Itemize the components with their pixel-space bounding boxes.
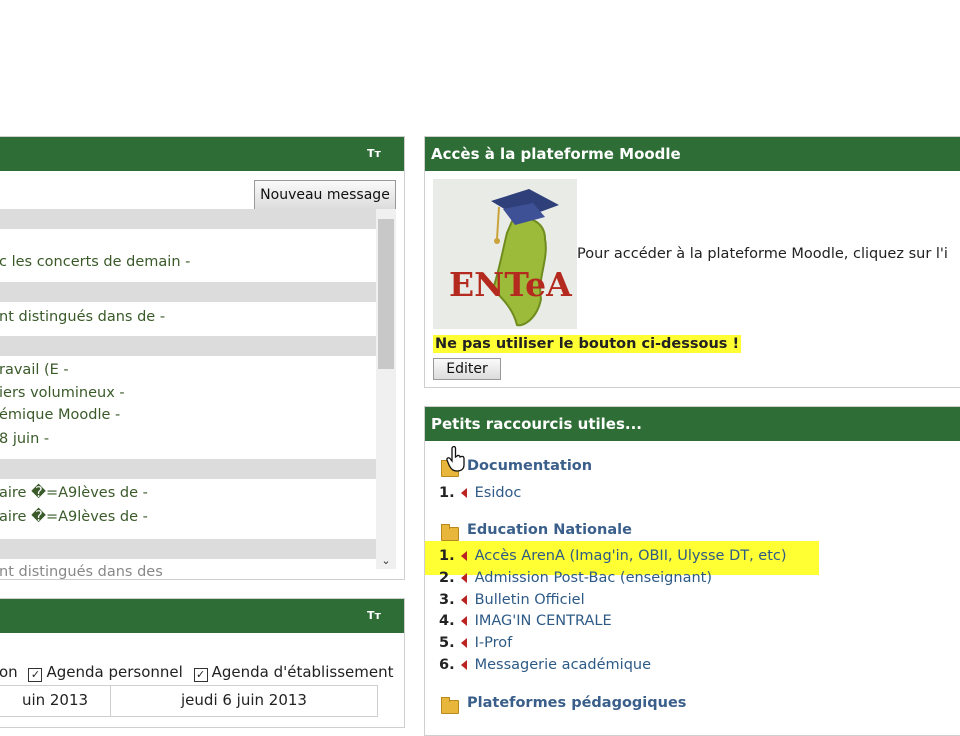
red-arrow-icon xyxy=(460,595,467,605)
message-separator xyxy=(0,459,377,479)
calendar-filters: on ✓ Agenda personnel ✓ Agenda d'établisse… xyxy=(0,663,393,682)
logo-text: ENTeA xyxy=(449,265,572,304)
red-arrow-icon xyxy=(460,573,467,583)
text-size-icon[interactable]: Tт xyxy=(367,137,381,171)
scroll-down-icon[interactable]: ⌄ xyxy=(376,554,396,567)
message-item[interactable]: nt distingués dans de - xyxy=(0,309,165,325)
school-agenda-checkbox[interactable]: ✓ xyxy=(193,668,208,682)
shortcut-link[interactable]: Accès ArenA (Imag'in, OBII, Ulysse DT, e… xyxy=(475,548,787,564)
personal-agenda-label: Agenda personnel xyxy=(46,663,183,681)
message-separator xyxy=(0,539,377,559)
shortcut-link[interactable]: IMAG'IN CENTRALE xyxy=(475,613,612,629)
message-separator xyxy=(0,209,377,229)
calendar-panel: Tт on ✓ Agenda personnel ✓ Agenda d'établi… xyxy=(0,598,405,728)
red-arrow-icon xyxy=(460,616,467,626)
text-size-icon[interactable]: Tт xyxy=(367,599,381,633)
message-item[interactable]: iers volumineux - xyxy=(0,385,125,401)
shortcuts-panel: Petits raccourcis utiles... Documentatio… xyxy=(424,406,960,736)
list-item: 1. Accès ArenA (Imag'in, OBII, Ulysse DT,… xyxy=(439,548,787,564)
red-arrow-icon xyxy=(460,638,467,648)
graduation-cap-icon xyxy=(491,189,559,327)
list-item: 6. Messagerie académique xyxy=(439,657,651,673)
message-item[interactable]: ravail (E - xyxy=(0,362,69,378)
section-title-plateformes[interactable]: Plateformes pédagogiques xyxy=(467,695,686,711)
list-item: 1. Esidoc xyxy=(439,485,521,501)
shortcut-link[interactable]: Bulletin Officiel xyxy=(475,592,585,608)
list-number: 6. xyxy=(439,657,455,673)
list-number: 1. xyxy=(439,548,455,564)
message-item[interactable]: nt distingués dans des xyxy=(0,564,163,580)
list-item: 2. Admission Post-Bac (enseignant) xyxy=(439,570,712,586)
section-title-documentation[interactable]: Documentation xyxy=(467,458,592,474)
edit-button[interactable]: Editer xyxy=(433,358,501,380)
personal-agenda-checkbox[interactable]: ✓ xyxy=(28,668,43,682)
shortcut-link[interactable]: Admission Post-Bac (enseignant) xyxy=(475,570,712,586)
message-item[interactable]: c les concerts de demain - xyxy=(0,254,190,270)
calendar-panel-header: Tт xyxy=(0,599,404,633)
moodle-warning: Ne pas utiliser le bouton ci-dessous ! xyxy=(433,335,742,353)
folder-icon xyxy=(441,697,459,714)
calendar-date-right[interactable]: jeudi 6 juin 2013 xyxy=(110,685,378,717)
school-agenda-label: Agenda d'établissement xyxy=(211,663,394,681)
red-arrow-icon xyxy=(460,551,467,561)
red-arrow-icon xyxy=(460,488,467,498)
new-message-button[interactable]: Nouveau message xyxy=(254,180,396,210)
list-number: 3. xyxy=(439,592,455,608)
red-arrow-icon xyxy=(460,660,467,670)
shortcut-link[interactable]: Messagerie académique xyxy=(475,657,651,673)
shortcut-link[interactable]: I-Prof xyxy=(475,635,513,651)
moodle-description: Pour accéder à la plateforme Moodle, cli… xyxy=(577,246,948,262)
list-number: 2. xyxy=(439,570,455,586)
moodle-panel: Accès à la plateforme Moodle ENTeA Pour … xyxy=(424,136,960,388)
message-scrollbar[interactable]: ⌄ xyxy=(376,209,396,569)
message-item[interactable]: émique Moodle - xyxy=(0,407,120,423)
list-number: 4. xyxy=(439,613,455,629)
folder-icon xyxy=(441,524,459,541)
forum-panel: Tт Nouveau message c les concerts de dem… xyxy=(0,136,405,580)
entea-logo: ENTeA xyxy=(433,179,577,329)
calendar-date-left[interactable]: uin 2013 xyxy=(0,685,111,717)
message-item[interactable]: aire �=A9lèves de - xyxy=(0,509,148,525)
message-item[interactable]: 8 juin - xyxy=(0,431,49,447)
message-item[interactable]: aire �=A9lèves de - xyxy=(0,485,148,501)
scrollbar-thumb[interactable] xyxy=(378,219,394,369)
shortcuts-panel-title: Petits raccourcis utiles... xyxy=(425,407,960,441)
filter-left-label: on xyxy=(0,663,18,681)
moodle-panel-title: Accès à la plateforme Moodle xyxy=(425,137,960,171)
list-number: 1. xyxy=(439,485,455,501)
list-item: 3. Bulletin Officiel xyxy=(439,592,585,608)
message-separator xyxy=(0,282,377,302)
forum-panel-header: Tт xyxy=(0,137,404,171)
section-title-education-nationale[interactable]: Education Nationale xyxy=(467,522,632,538)
shortcut-link[interactable]: Esidoc xyxy=(475,485,522,501)
list-number: 5. xyxy=(439,635,455,651)
hand-cursor-icon xyxy=(446,446,465,472)
message-separator xyxy=(0,336,377,356)
list-item: 5. I-Prof xyxy=(439,635,512,651)
list-item: 4. IMAG'IN CENTRALE xyxy=(439,613,612,629)
